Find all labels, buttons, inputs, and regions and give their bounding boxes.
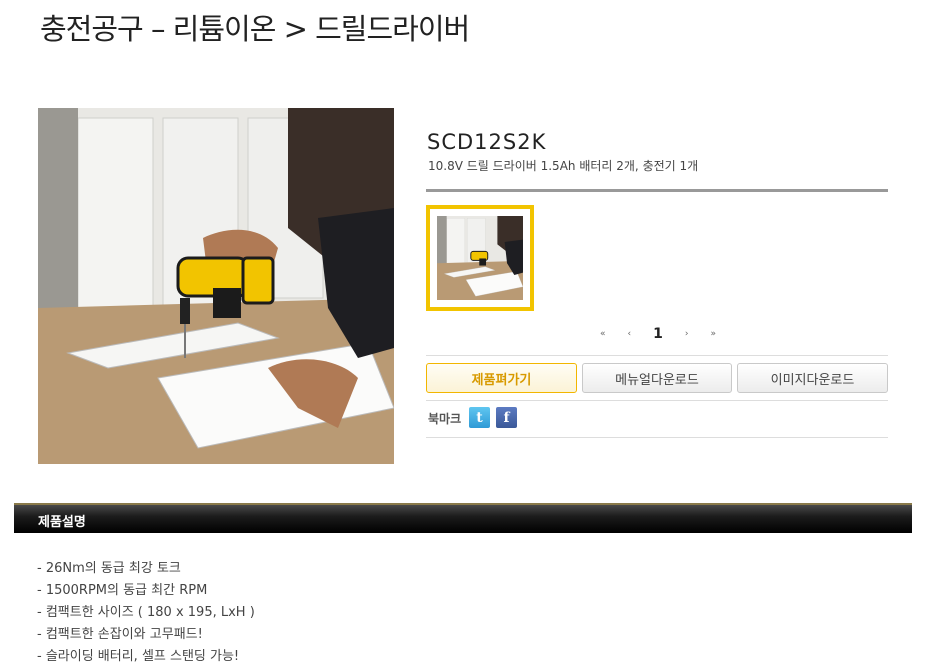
image-download-button[interactable]: 이미지다운로드 — [737, 363, 888, 393]
list-item: - 1500RPM의 동급 최간 RPM — [37, 583, 208, 598]
page-title: 충전공구 – 리튬이온 > 드릴드라이버 — [40, 12, 470, 46]
last-page-icon[interactable]: » — [710, 329, 716, 339]
image-pager: « ‹ 1 › » — [600, 324, 716, 344]
first-page-icon[interactable]: « — [600, 329, 606, 339]
divider-bottom — [426, 437, 888, 438]
divider-middle — [426, 400, 888, 401]
current-page-number[interactable]: 1 — [653, 326, 663, 342]
twitter-icon[interactable]: t — [469, 407, 490, 428]
section-title: 제품설명 — [38, 515, 86, 530]
product-thumbnail[interactable] — [426, 205, 534, 311]
list-item: - 슬라이딩 배터리, 셀프 스탠딩 가능! — [37, 649, 240, 663]
feature-list: - 26Nm의 동급 최강 토크 - 1500RPM의 동급 최간 RPM - … — [37, 560, 255, 663]
list-item: - 26Nm의 동급 최강 토크 — [37, 561, 181, 576]
list-item: - 컴팩트한 사이즈 ( 180 x 195, LxH ) — [37, 605, 255, 620]
divider-top — [426, 355, 888, 356]
list-item: - 컴팩트한 손잡이와 고무패드! — [37, 627, 203, 642]
open-product-button[interactable]: 제품펴가기 — [426, 363, 577, 393]
product-description: 10.8V 드릴 드라이버 1.5Ah 배터리 2개, 충전기 1개 — [428, 159, 699, 173]
product-code: SCD12S2K — [427, 130, 547, 154]
product-main-image — [38, 108, 394, 464]
next-page-icon[interactable]: › — [685, 329, 689, 339]
manual-download-button[interactable]: 메뉴얼다운로드 — [582, 363, 732, 393]
facebook-icon[interactable]: f — [496, 407, 517, 428]
section-header: 제품설명 — [14, 503, 912, 533]
prev-page-icon[interactable]: ‹ — [628, 329, 632, 339]
bookmark-label: 북마크 — [428, 412, 462, 426]
title-divider — [426, 189, 888, 192]
